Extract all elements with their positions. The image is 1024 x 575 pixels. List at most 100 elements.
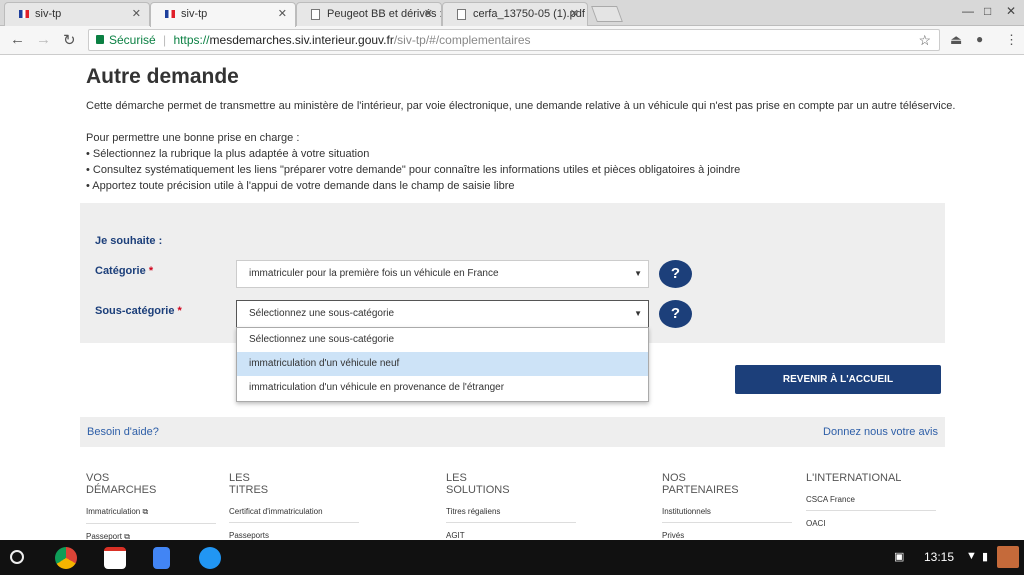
subcategory-value: Sélectionnez une sous-catégorie bbox=[249, 308, 395, 319]
subcategory-select[interactable]: Sélectionnez une sous-catégorie ▼ bbox=[236, 300, 649, 328]
secure-label: Sécurisé bbox=[109, 33, 156, 47]
footer-column-title: L'INTERNATIONAL bbox=[806, 472, 902, 484]
lock-icon bbox=[96, 35, 104, 44]
clock: 13:15 bbox=[924, 550, 955, 564]
browser-tab-active[interactable]: siv-tp ✕ bbox=[150, 2, 296, 27]
tab-title: siv-tp bbox=[35, 8, 62, 20]
dropdown-option[interactable]: immatriculation d'un véhicule en provena… bbox=[237, 376, 648, 400]
docs-icon[interactable] bbox=[153, 547, 170, 569]
footer-column-title: VOS DÉMARCHES bbox=[86, 472, 216, 502]
footer-link[interactable]: OACI bbox=[806, 519, 936, 528]
footer-link[interactable]: Immatriculation ⧉ bbox=[86, 507, 216, 524]
help-bar: Besoin d'aide? Donnez nous votre avis bbox=[80, 417, 945, 447]
screenshot-icon: ▣ bbox=[894, 551, 905, 563]
category-value: immatriculer pour la première fois un vé… bbox=[249, 268, 499, 279]
close-tab-icon[interactable]: ✕ bbox=[570, 3, 579, 25]
subcategory-label: Sous-catégorie * bbox=[95, 305, 182, 317]
browser-tab[interactable]: cerfa_13750-05 (1).pdf ✕ bbox=[442, 2, 588, 26]
guidance-item: • Sélectionnez la rubrique la plus adapt… bbox=[86, 148, 370, 160]
gmail-icon[interactable] bbox=[104, 547, 126, 569]
close-tab-icon[interactable]: ✕ bbox=[132, 3, 141, 25]
footer-column-title: NOS PARTENAIRES bbox=[662, 472, 792, 502]
status-tray[interactable]: ▣ 13:15 ▼ ▮ bbox=[884, 540, 1024, 575]
required-mark: * bbox=[148, 265, 154, 277]
close-tab-icon[interactable]: ✕ bbox=[278, 3, 287, 25]
guidance-item: • Apportez toute précision utile à l'app… bbox=[86, 180, 515, 192]
battery-icon: ▮ bbox=[982, 551, 989, 563]
page-content: Autre demande Cette démarche permet de t… bbox=[0, 55, 1024, 540]
browser-tab[interactable]: Peugeot BB et dérivés : ✕ bbox=[296, 2, 442, 26]
footer-title-line: SOLUTIONS bbox=[446, 484, 510, 496]
wish-label: Je souhaite : bbox=[95, 235, 163, 247]
minimize-icon[interactable]: — bbox=[962, 4, 974, 18]
browser-toolbar: ← → ↻ Sécurisé | https://mesdemarches.si… bbox=[0, 26, 1024, 55]
footer-title-line: PARTENAIRES bbox=[662, 484, 739, 496]
footer-title-line: VOS bbox=[86, 472, 110, 484]
footer-link[interactable]: Passeports bbox=[229, 531, 359, 540]
footer-link[interactable]: Privés bbox=[662, 531, 792, 540]
os-shelf: ▣ 13:15 ▼ ▮ bbox=[0, 540, 1024, 575]
back-arrow-icon[interactable]: ← bbox=[10, 31, 25, 48]
footer-column: NOS PARTENAIRES Institutionnels Privés bbox=[662, 472, 792, 540]
footer-column: VOS DÉMARCHES Immatriculation ⧉ Passeport… bbox=[86, 472, 216, 540]
dropdown-option[interactable]: Sélectionnez une sous-catégorie bbox=[237, 328, 648, 352]
category-help-button[interactable]: ? bbox=[659, 260, 692, 288]
separator: | bbox=[163, 33, 167, 47]
page-title: Autre demande bbox=[86, 65, 239, 88]
reload-icon[interactable]: ↻ bbox=[63, 31, 76, 49]
tab-title: siv-tp bbox=[181, 8, 208, 20]
launcher-icon[interactable] bbox=[10, 550, 24, 564]
chrome-icon[interactable] bbox=[55, 547, 77, 569]
guidance-block: Pour permettre une bonne prise en charge… bbox=[86, 130, 740, 194]
footer-column: L'INTERNATIONAL CSCA France OACI bbox=[806, 472, 936, 528]
need-help-link[interactable]: Besoin d'aide? bbox=[87, 417, 159, 447]
footer-title-line: LES bbox=[446, 472, 467, 484]
footer-title-line: TITRES bbox=[229, 484, 269, 496]
url-host: mesdemarches.siv.interieur.gouv.fr bbox=[209, 33, 394, 47]
account-icon[interactable]: ● bbox=[976, 32, 983, 46]
chevron-down-icon: ▼ bbox=[634, 269, 642, 278]
close-window-icon[interactable]: ✕ bbox=[1006, 4, 1016, 18]
tab-strip: siv-tp ✕ siv-tp ✕ Peugeot BB et dérivés … bbox=[0, 0, 1024, 27]
bookmark-star-icon[interactable]: ☆ bbox=[918, 30, 931, 50]
address-bar[interactable]: Sécurisé | https://mesdemarches.siv.inte… bbox=[88, 29, 940, 51]
dropdown-option-highlighted[interactable]: immatriculation d'un véhicule neuf bbox=[237, 352, 648, 376]
avatar bbox=[997, 546, 1019, 568]
category-label: Catégorie * bbox=[95, 265, 153, 277]
footer-column-title: LES SOLUTIONS bbox=[446, 472, 576, 502]
close-tab-icon[interactable]: ✕ bbox=[424, 3, 433, 25]
footer-link[interactable]: Passeport ⧉ bbox=[86, 532, 216, 540]
request-form: Je souhaite : Catégorie * immatriculer p… bbox=[80, 203, 945, 343]
category-select[interactable]: immatriculer pour la première fois un vé… bbox=[236, 260, 649, 288]
chevron-down-icon: ▼ bbox=[634, 309, 642, 318]
category-label-text: Catégorie bbox=[95, 265, 146, 277]
footer-link[interactable]: AGIT bbox=[446, 531, 576, 540]
forward-arrow-icon[interactable]: → bbox=[36, 31, 51, 48]
flag-icon bbox=[165, 10, 175, 18]
footer-title-line: NOS bbox=[662, 472, 686, 484]
page-icon bbox=[311, 9, 320, 20]
subcategory-label-text: Sous-catégorie bbox=[95, 305, 175, 317]
url-path: /siv-tp/#/complementaires bbox=[393, 33, 531, 47]
browser-tab[interactable]: siv-tp ✕ bbox=[4, 2, 150, 26]
required-mark: * bbox=[177, 305, 182, 317]
back-to-home-button[interactable]: REVENIR À L'ACCUEIL bbox=[735, 365, 941, 394]
footer-link[interactable]: Certificat d'immatriculation bbox=[229, 507, 359, 523]
menu-icon[interactable]: ⋮ bbox=[1005, 32, 1018, 48]
intro-text: Cette démarche permet de transmettre au … bbox=[86, 100, 956, 112]
footer-link[interactable]: CSCA France bbox=[806, 495, 936, 511]
footer-column: LES TITRES Certificat d'immatriculation P… bbox=[229, 472, 359, 540]
footer-title-line: LES bbox=[229, 472, 250, 484]
maximize-icon[interactable]: □ bbox=[984, 4, 991, 18]
flag-icon bbox=[19, 10, 29, 18]
feedback-link[interactable]: Donnez nous votre avis bbox=[823, 417, 938, 447]
subcategory-help-button[interactable]: ? bbox=[659, 300, 692, 328]
footer-title-line: DÉMARCHES bbox=[86, 484, 157, 496]
extension-icon[interactable]: ⏏ bbox=[950, 32, 962, 48]
footer-link[interactable]: Institutionnels bbox=[662, 507, 792, 523]
new-tab-button[interactable] bbox=[591, 6, 623, 22]
wifi-icon: ▼ bbox=[966, 550, 977, 562]
footer-link[interactable]: Titres régaliens bbox=[446, 507, 576, 523]
footer-column: LES SOLUTIONS Titres régaliens AGIT bbox=[446, 472, 576, 540]
files-icon[interactable] bbox=[199, 547, 221, 569]
